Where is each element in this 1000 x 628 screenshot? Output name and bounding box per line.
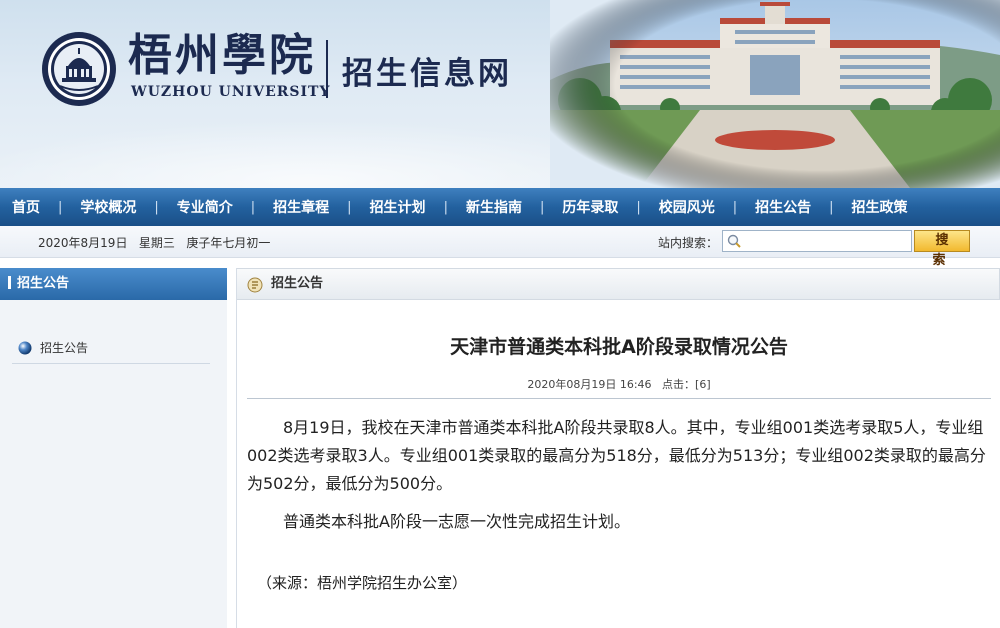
nav-admission-notices[interactable]: 招生公告: [755, 197, 811, 217]
article-clicks-value: [6]: [695, 378, 711, 391]
nav-separator: |: [250, 199, 256, 215]
school-name-cn: 梧州學院: [128, 30, 316, 81]
date-lunar: 庚子年七月初一: [186, 236, 271, 250]
nav-campus-scenery[interactable]: 校园风光: [659, 197, 715, 217]
current-date: 2020年8月19日 星期三 庚子年七月初一: [38, 234, 270, 251]
article-paragraph: 8月19日，我校在天津市普通类本科批A阶段共录取8人。其中，专业组001类选考录…: [247, 418, 986, 493]
nav-admission-plan[interactable]: 招生计划: [370, 197, 426, 217]
school-name-en: WUZHOU UNIVERSITY: [131, 84, 331, 100]
search-label: 站内搜索：: [658, 236, 719, 250]
sidebar-item-label: 招生公告: [40, 341, 89, 355]
heading-bar-icon: [8, 276, 11, 289]
search-box[interactable]: [722, 230, 912, 252]
sidebar: 招生公告 招生公告: [0, 268, 227, 628]
search-button[interactable]: 搜 索: [914, 230, 970, 268]
nav-past-admissions[interactable]: 历年录取: [562, 197, 618, 217]
search-input[interactable]: [745, 232, 909, 250]
nav-majors[interactable]: 专业简介: [177, 197, 233, 217]
nav-admission-policy[interactable]: 招生政策: [852, 197, 908, 217]
site-banner: 梧州學院 WUZHOU UNIVERSITY 招生信息网: [0, 0, 1000, 188]
campus-building-photo: [550, 0, 1000, 188]
site-name: 招生信息网: [342, 56, 512, 92]
article-title: 天津市普通类本科批A阶段录取情况公告: [450, 336, 788, 358]
article-paragraph: 普通类本科批A阶段一志愿一次性完成招生计划。: [283, 512, 630, 531]
article-clicks-label: 点击：: [662, 378, 696, 391]
nav-separator: |: [636, 199, 641, 215]
search-icon: [727, 234, 741, 248]
main-content: 招生公告 天津市普通类本科批A阶段录取情况公告 2020年08月19日 16:4…: [236, 268, 1000, 628]
university-seal-logo: [42, 32, 116, 106]
document-icon: [247, 277, 263, 293]
section-heading-label: 招生公告: [271, 276, 324, 291]
nav-home[interactable]: 首页: [12, 197, 40, 217]
date-weekday: 星期三: [138, 236, 175, 250]
sidebar-heading: 招生公告: [0, 268, 227, 300]
sidebar-item-admission-notices[interactable]: 招生公告: [12, 338, 210, 364]
article-date: 2020年08月19日 16:46: [527, 378, 652, 391]
article-divider: [247, 398, 991, 399]
nav-separator: |: [154, 199, 159, 215]
nav-school-overview[interactable]: 学校概况: [80, 197, 136, 217]
nav-separator: |: [443, 199, 448, 215]
article-body: 8月19日，我校在天津市普通类本科批A阶段共录取8人。其中，专业组001类选考录…: [247, 414, 991, 536]
article-source: （来源：梧州学院招生办公室）: [257, 574, 468, 592]
nav-separator: |: [58, 199, 63, 215]
blue-orb-icon: [18, 341, 32, 355]
nav-separator: |: [347, 199, 352, 215]
date-search-bar: 2020年8月19日 星期三 庚子年七月初一 站内搜索： 搜 索: [0, 226, 1000, 268]
nav-separator: |: [539, 199, 545, 215]
main-nav: 首页 | 学校概况 | 专业简介 | 招生章程 | 招生计划 | 新生指南 | …: [0, 188, 1000, 226]
nav-admission-charter[interactable]: 招生章程: [273, 197, 329, 217]
nav-freshman-guide[interactable]: 新生指南: [466, 197, 522, 217]
logo-divider: [326, 40, 328, 98]
article-meta: 2020年08月19日 16:46 点击：[6]: [237, 376, 1000, 392]
nav-separator: |: [732, 199, 738, 215]
sidebar-heading-label: 招生公告: [17, 276, 70, 291]
date-solar: 2020年8月19日: [38, 236, 128, 250]
nav-separator: |: [829, 199, 834, 215]
section-heading: 招生公告: [237, 268, 1000, 300]
